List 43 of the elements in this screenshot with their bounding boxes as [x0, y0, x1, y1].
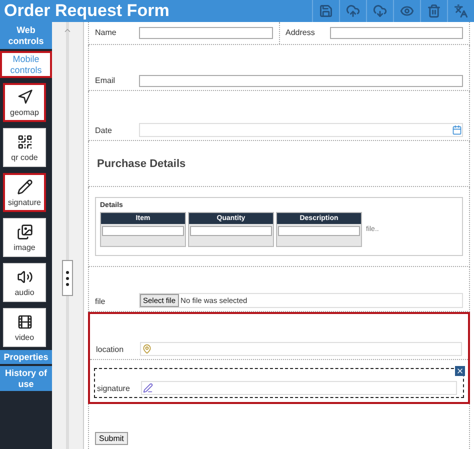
- splitter-handle[interactable]: [62, 260, 73, 296]
- speaker-icon: [16, 268, 32, 284]
- save-icon: [319, 4, 333, 18]
- cloud-upload-icon: [346, 4, 360, 18]
- section-heading: Purchase Details: [96, 158, 186, 170]
- control-tile[interactable]: video: [3, 308, 46, 347]
- pen-icon: [143, 383, 153, 393]
- location-field[interactable]: [140, 342, 462, 356]
- field-label: Name: [94, 28, 118, 38]
- submit-button[interactable]: Submit: [95, 432, 128, 445]
- field-label: file: [94, 297, 106, 308]
- text-field[interactable]: [330, 27, 463, 39]
- field-label: Address: [284, 28, 316, 38]
- map-pin-icon: [142, 344, 152, 354]
- date-field[interactable]: [139, 123, 463, 137]
- trash-icon: [427, 4, 441, 18]
- eye-icon: [400, 4, 414, 18]
- control-tile[interactable]: image: [3, 218, 46, 257]
- translate-icon: [454, 4, 468, 18]
- control-tile[interactable]: qr code: [3, 128, 46, 167]
- text-field[interactable]: [139, 27, 272, 39]
- qr-code-icon: [16, 134, 32, 150]
- control-tile[interactable]: audio: [3, 263, 46, 302]
- control-tile[interactable]: signature: [3, 173, 46, 212]
- field-label: location: [95, 345, 125, 356]
- scroll-up-icon[interactable]: [63, 26, 72, 35]
- field-label: signature: [96, 384, 131, 395]
- signature-field[interactable]: [141, 381, 457, 395]
- control-tile[interactable]: geomap: [3, 83, 46, 122]
- table-input[interactable]: [102, 226, 184, 236]
- image-icon: [16, 224, 32, 240]
- film-icon: [16, 314, 32, 330]
- field-label: Date: [94, 126, 113, 137]
- pencil-icon: [16, 178, 32, 194]
- close-button[interactable]: [455, 366, 465, 376]
- table-input[interactable]: [190, 226, 272, 236]
- window-title: Order Request Form: [3, 1, 170, 21]
- field-label: Email: [94, 76, 116, 87]
- navigation-arrow-icon: [16, 88, 32, 104]
- table-input[interactable]: [278, 226, 360, 236]
- calendar-icon[interactable]: [452, 125, 462, 135]
- cloud-download-icon: [373, 4, 387, 18]
- text-field[interactable]: [139, 75, 463, 87]
